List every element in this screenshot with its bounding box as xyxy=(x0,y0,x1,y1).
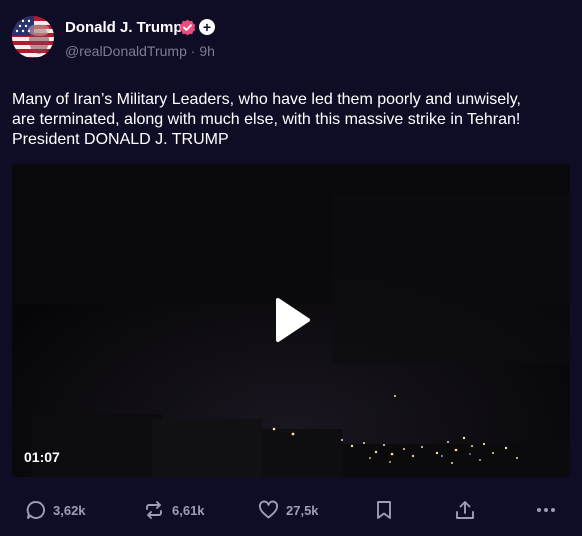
heart-icon xyxy=(259,500,278,519)
bookmark-icon xyxy=(377,501,391,519)
play-icon[interactable] xyxy=(270,292,316,348)
more-icon xyxy=(537,508,555,512)
author-name[interactable]: Donald J. Trump xyxy=(65,19,183,36)
like-count: 27,5k xyxy=(286,502,319,518)
post-text-line: Many of Iran’s Military Leaders, who hav… xyxy=(12,91,521,108)
video-duration: 01:07 xyxy=(24,449,60,465)
repost-icon xyxy=(146,501,162,519)
reply-button[interactable]: 3,62k xyxy=(26,499,86,521)
bookmark-button[interactable] xyxy=(376,499,399,521)
post-card: Donald J. Trump + @realDonaldTrump · 9h … xyxy=(0,0,582,536)
repost-count: 6,61k xyxy=(172,502,205,518)
post-text: Many of Iran’s Military Leaders, who hav… xyxy=(12,90,572,150)
plus-icon: + xyxy=(202,19,212,35)
post-text-line: are terminated, along with much else, wi… xyxy=(12,111,521,128)
verified-badge-icon xyxy=(179,19,196,36)
more-options-button[interactable] xyxy=(536,499,563,521)
repost-button[interactable]: 6,61k xyxy=(143,499,205,521)
author-handle[interactable]: @realDonaldTrump xyxy=(65,43,187,59)
reply-count: 3,62k xyxy=(53,502,86,518)
post-time[interactable]: 9h xyxy=(199,43,215,59)
share-icon xyxy=(456,501,474,519)
post-meta: @realDonaldTrump · 9h xyxy=(65,43,215,59)
follow-button[interactable]: + xyxy=(199,19,215,35)
comment-icon xyxy=(26,501,45,519)
meta-separator: · xyxy=(190,43,196,59)
post-text-line: President DONALD J. TRUMP xyxy=(12,131,229,148)
video-player[interactable]: 01:07 xyxy=(12,164,570,477)
share-button[interactable] xyxy=(455,499,482,521)
like-button[interactable]: 27,5k xyxy=(258,499,319,521)
avatar[interactable] xyxy=(12,16,54,58)
